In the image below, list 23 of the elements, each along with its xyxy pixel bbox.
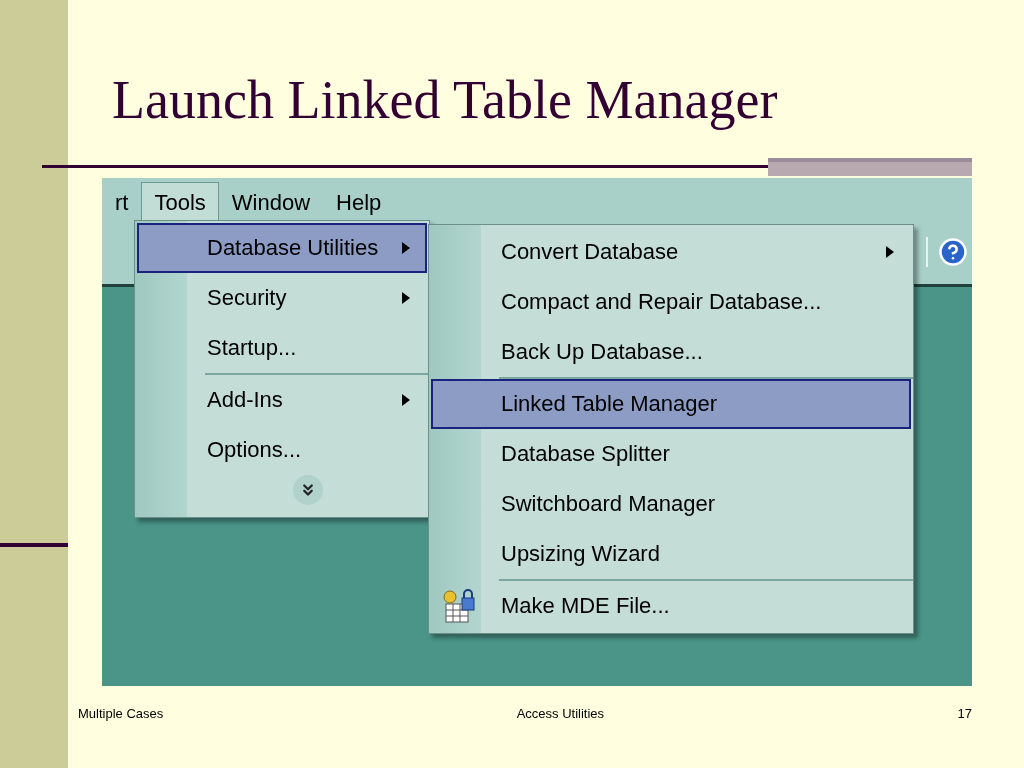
slide-number: 17 xyxy=(957,705,972,721)
menu-item[interactable]: Startup... xyxy=(137,323,427,373)
menu-item[interactable]: Switchboard Manager xyxy=(431,479,911,529)
menu-item[interactable]: Convert Database xyxy=(431,227,911,277)
help-icon[interactable] xyxy=(938,237,968,267)
menu-item[interactable]: Security xyxy=(137,273,427,323)
menu-item[interactable]: Add-Ins xyxy=(137,375,427,425)
footer-text: Multiple Cases xyxy=(78,705,164,721)
menu-item[interactable]: Database Utilities xyxy=(137,223,427,273)
expand-menu-button[interactable] xyxy=(293,475,323,505)
menu-item[interactable]: Make MDE File... xyxy=(431,581,911,631)
menu-bar-item[interactable]: Help xyxy=(323,181,395,223)
menu-bar-item[interactable]: Tools xyxy=(141,181,219,223)
slide-title: Launch Linked Table Manager xyxy=(112,69,779,132)
footer-text: Access Utilities xyxy=(516,705,605,721)
menu-item[interactable]: Back Up Database... xyxy=(431,327,911,377)
menu-item[interactable]: Upsizing Wizard xyxy=(431,529,911,579)
menu-item[interactable]: Options... xyxy=(137,425,427,475)
menu-item[interactable]: Compact and Repair Database... xyxy=(431,277,911,327)
menu-bar-item[interactable]: rt xyxy=(102,181,142,223)
menu-item[interactable]: Database Splitter xyxy=(431,429,911,479)
menu-item[interactable]: Linked Table Manager xyxy=(431,379,911,429)
menu-bar-item[interactable]: Window xyxy=(218,181,324,223)
